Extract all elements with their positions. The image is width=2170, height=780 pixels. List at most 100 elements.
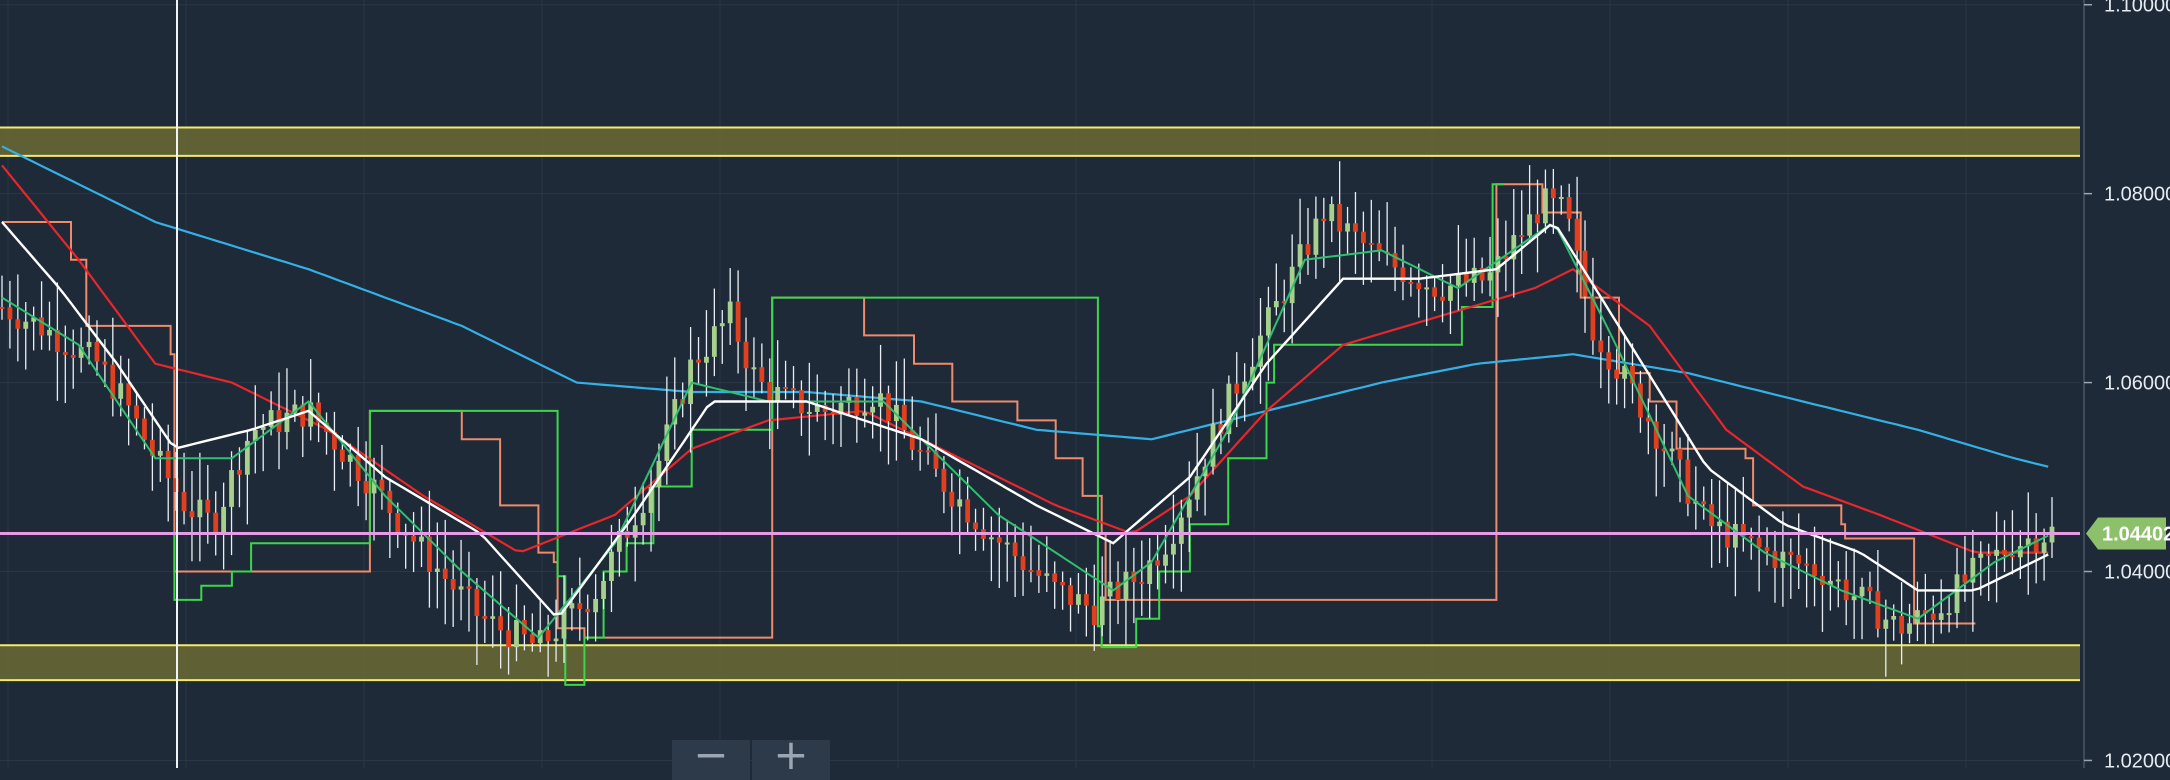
candle-bull <box>1946 613 1952 616</box>
candle-bear <box>965 499 971 523</box>
candle-bear <box>1012 542 1018 557</box>
price-axis-label-2: 1.06000 <box>2104 373 2170 395</box>
candle-bear <box>1930 613 1936 620</box>
candle-bear <box>134 405 139 419</box>
candle-bear <box>1353 223 1358 232</box>
current-price-tag: 1.04402 <box>2086 517 2170 550</box>
candle-bull <box>23 321 29 329</box>
price-axis-label-4: 1.02000 <box>2104 750 2170 768</box>
candle-bull <box>601 580 606 599</box>
candle-bear <box>339 449 345 462</box>
zoom-controls: − + <box>672 730 832 780</box>
candle-bear <box>1360 231 1366 243</box>
candle-bull <box>870 406 876 413</box>
candle-bull <box>47 329 52 336</box>
minus-icon: − <box>693 730 729 779</box>
candle-bear <box>1962 574 1968 583</box>
trading-chart[interactable]: 1.10000 1.08000 1.06000 1.04000 1.02000 1.04… <box>0 0 2170 780</box>
candle-bull <box>593 598 599 613</box>
candle-bull <box>1266 307 1271 336</box>
candle-bear <box>696 359 701 363</box>
candle-bull <box>1938 613 1944 620</box>
candle-bull <box>727 301 733 324</box>
candle-bull <box>1297 244 1303 267</box>
candle-bear <box>7 307 13 320</box>
candle-bear <box>1440 296 1445 301</box>
candle-bear <box>1337 204 1343 232</box>
candle-bear <box>1986 553 1992 556</box>
candle-bear <box>1535 214 1540 224</box>
price-chart[interactable]: 1.10000 1.08000 1.06000 1.04000 1.02000 1.04… <box>0 0 2170 768</box>
candle-bull <box>1099 596 1105 626</box>
candle-bull <box>1186 499 1192 518</box>
candle-bull <box>711 326 717 357</box>
candle-bull <box>118 383 124 399</box>
candle-bear <box>189 511 195 518</box>
candle-bull <box>1558 197 1564 200</box>
candle-bull <box>1123 571 1129 601</box>
candle-bull <box>719 323 725 327</box>
candle-bear <box>925 450 931 453</box>
candle-bull <box>1891 616 1897 620</box>
zoom-in-button[interactable]: + <box>752 730 830 780</box>
candle-bear <box>743 341 749 369</box>
candle-bull <box>1527 214 1533 236</box>
candle-bear <box>62 352 68 355</box>
candle-bear <box>15 319 21 329</box>
candle-bull <box>1669 448 1675 452</box>
candle-bear <box>506 630 511 648</box>
candle-bear <box>1614 369 1620 379</box>
candle-bear <box>1598 340 1604 353</box>
candle-bear <box>854 396 860 416</box>
candle-bull <box>1448 285 1453 301</box>
candle-bull <box>1313 218 1319 255</box>
candle-bull <box>157 450 163 456</box>
candle-bear <box>830 411 836 415</box>
candle-bull <box>1004 542 1010 545</box>
candle-bear <box>411 535 416 542</box>
candle-bear <box>1083 594 1089 606</box>
candle-bear <box>1432 287 1438 297</box>
candle-bull <box>1424 287 1430 290</box>
candle-bear <box>759 367 765 383</box>
price-axis-label-3: 1.04000 <box>2104 562 2170 584</box>
candle-bull <box>569 603 575 609</box>
candle-bull <box>1954 574 1960 614</box>
zoom-out-button[interactable]: − <box>672 730 750 780</box>
candle-bear <box>1321 218 1327 222</box>
candle-bull <box>514 620 519 648</box>
candle-bull <box>490 616 496 619</box>
candle-bear <box>1408 282 1414 285</box>
candle-bear <box>996 537 1002 543</box>
candle-bear <box>2002 549 2007 555</box>
candle-bear <box>1756 537 1762 548</box>
candle-bear <box>1020 556 1026 571</box>
candle-bear <box>901 404 907 431</box>
candle-bear <box>1812 564 1817 576</box>
candle-bear <box>767 382 773 403</box>
candle-bear <box>1028 570 1034 573</box>
plus-icon: + <box>773 730 809 779</box>
candle-bear <box>585 609 591 613</box>
candle-bear <box>783 387 788 390</box>
candle-bull <box>553 638 559 642</box>
candle-bull <box>1732 523 1738 548</box>
candle-bear <box>1574 218 1580 251</box>
candle-bear <box>1566 197 1572 219</box>
candle-bear <box>466 586 472 589</box>
candle-bear <box>1416 282 1422 290</box>
candle-bear <box>213 512 219 533</box>
candle-bull <box>609 551 614 581</box>
candle-bull <box>1273 301 1279 308</box>
candle-bull <box>1329 204 1335 222</box>
candle-bear <box>577 603 583 610</box>
candle-bear <box>482 616 488 619</box>
candle-bear <box>395 513 401 533</box>
candle-bull <box>434 568 440 572</box>
candle-bull <box>86 341 92 348</box>
candle-bear <box>1804 563 1810 566</box>
candle-bull <box>221 506 227 533</box>
candle-bear <box>70 354 76 358</box>
price-axis-label-0: 1.10000 <box>2104 0 2170 17</box>
candle-bear <box>363 480 369 494</box>
